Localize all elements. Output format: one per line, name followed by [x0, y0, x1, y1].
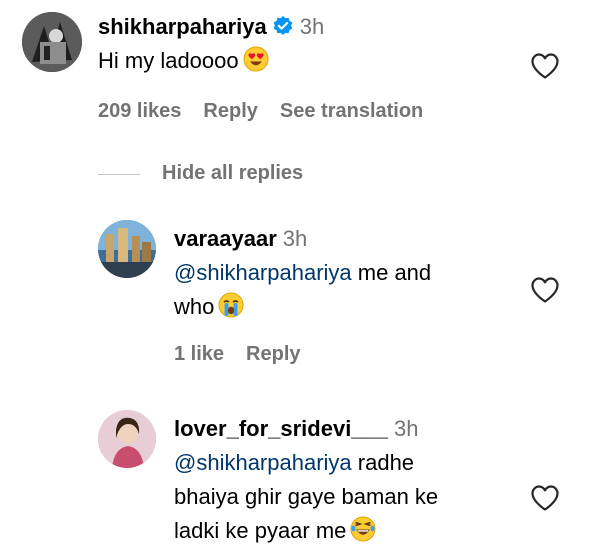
avatar[interactable]	[98, 410, 156, 468]
comment-body: Hi my ladoooo	[98, 48, 239, 73]
reply-button[interactable]: Reply	[246, 343, 300, 365]
comment-meta: 209 likes Reply See translation	[98, 100, 445, 123]
crying-emoji-icon	[218, 292, 244, 328]
reply-header: lover_for_sridevi___ 3h	[174, 416, 419, 442]
username[interactable]: shikharpahariya	[98, 14, 267, 39]
see-translation-button[interactable]: See translation	[280, 100, 423, 122]
avatar[interactable]	[22, 12, 82, 72]
comment-header: shikharpahariya 3h	[98, 14, 324, 43]
timestamp[interactable]: 3h	[283, 226, 307, 251]
timestamp[interactable]: 3h	[300, 14, 324, 39]
divider-line	[98, 174, 140, 175]
reply-body-line: bhaiya ghir gaye baman ke	[174, 484, 439, 509]
reply-text: @shikharpahariya radhe bhaiya ghir gaye …	[174, 446, 514, 552]
heart-eyes-emoji-icon	[243, 46, 269, 82]
timestamp[interactable]: 3h	[394, 416, 418, 441]
like-count[interactable]: 209 likes	[98, 100, 181, 122]
username[interactable]: varaayaar	[174, 226, 277, 251]
like-heart-icon[interactable]	[530, 52, 560, 80]
laughing-emoji-icon	[350, 516, 376, 552]
mention-link[interactable]: @shikharpahariya	[174, 450, 352, 475]
avatar[interactable]	[98, 220, 156, 278]
reply-body-line: who	[174, 294, 215, 319]
verified-badge-icon	[272, 15, 294, 43]
like-heart-icon[interactable]	[530, 276, 560, 304]
like-heart-icon[interactable]	[530, 484, 560, 512]
username[interactable]: lover_for_sridevi___	[174, 416, 388, 441]
mention-link[interactable]: @shikharpahariya	[174, 260, 352, 285]
reply-body-line: radhe	[351, 450, 415, 475]
reply-header: varaayaar 3h	[174, 226, 307, 252]
comment-text: Hi my ladoooo	[98, 44, 269, 82]
reply-body-line: me and	[351, 260, 432, 285]
like-count[interactable]: 1 like	[174, 343, 224, 365]
reply-button[interactable]: Reply	[203, 100, 257, 122]
reply-text: @shikharpahariya me and who	[174, 256, 514, 328]
reply-meta: 1 like Reply	[174, 343, 323, 366]
reply-body-line: ladki ke pyaar me	[174, 518, 347, 543]
hide-replies-button[interactable]: Hide all replies	[162, 162, 303, 185]
